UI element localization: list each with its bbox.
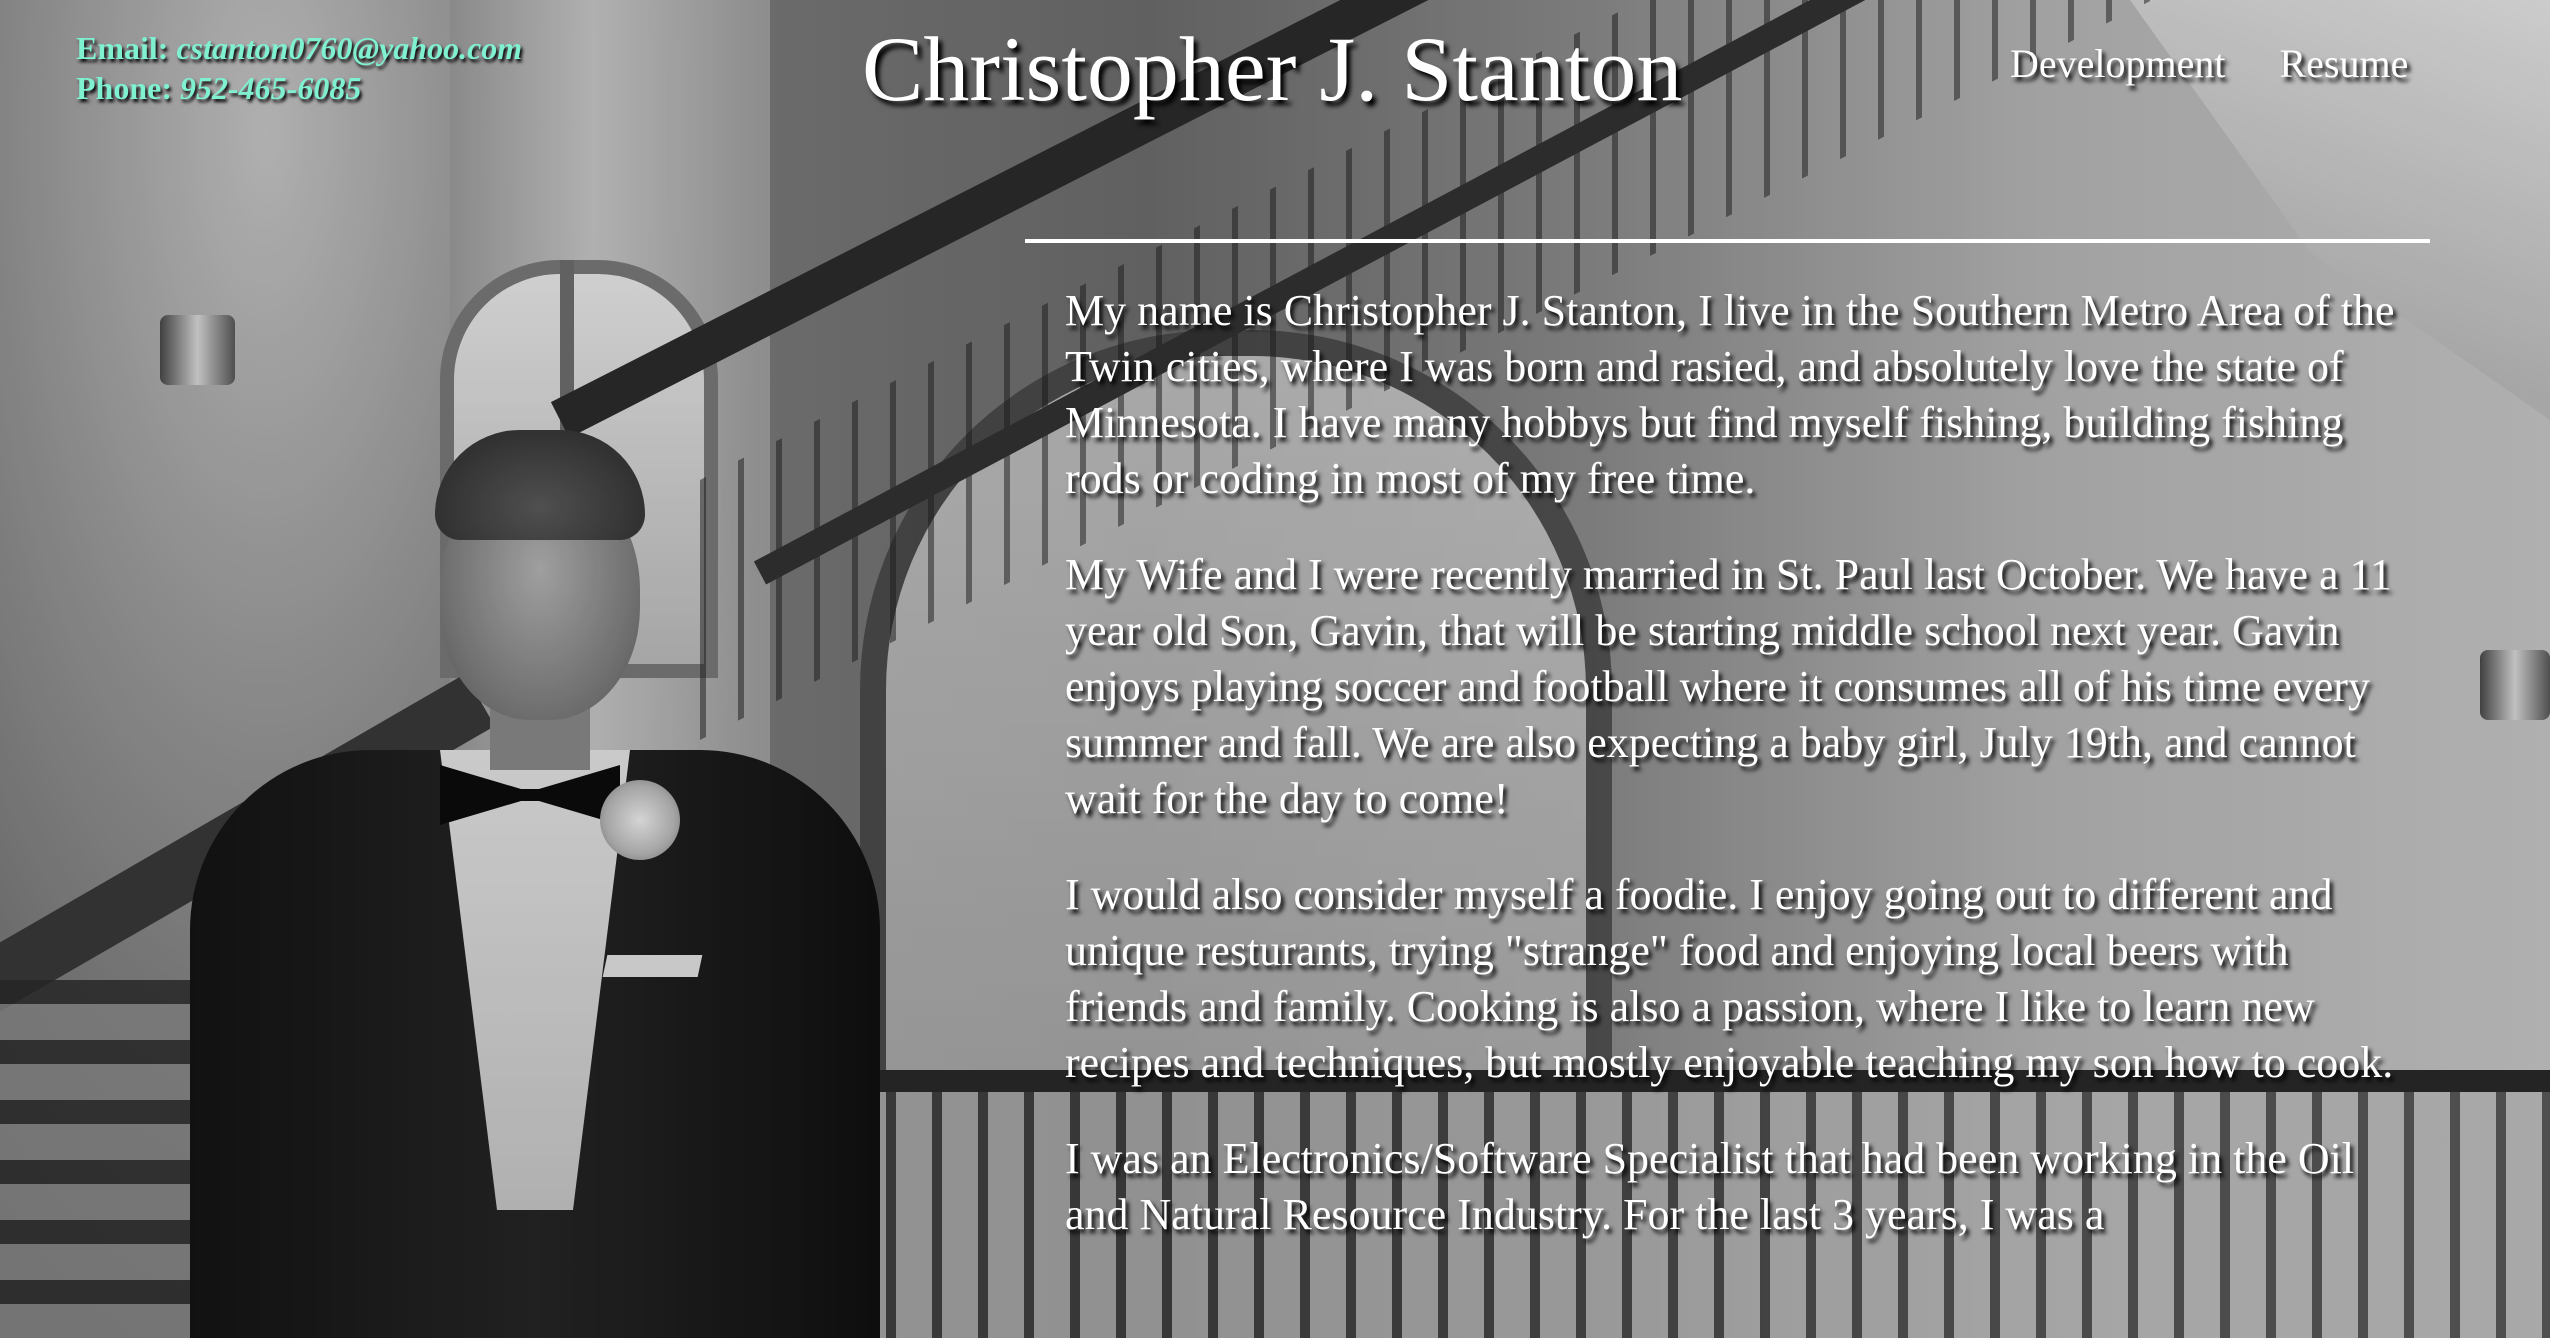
phone-number: 952-465-6085 [180,70,362,106]
bio-paragraph: My Wife and I were recently married in S… [1065,550,2392,823]
bio-section: My name is Christopher J. Stanton, I liv… [1065,283,2405,1283]
bio-paragraph: I would also consider myself a foodie. I… [1065,870,2394,1087]
bio-paragraph: My name is Christopher J. Stanton, I liv… [1065,286,2395,503]
nav-link-resume[interactable]: Resume [2280,40,2409,87]
email-line: Email: cstanton0760@yahoo.com [76,28,522,68]
contact-info: Email: cstanton0760@yahoo.com Phone: 952… [76,28,522,108]
site-title: Christopher J. Stanton [862,18,1683,120]
phone-label: Phone: [76,70,172,106]
bio-paragraph: I was an Electronics/Software Specialist… [1065,1134,2355,1239]
main-nav: Development Resume [2010,40,2408,87]
divider [1025,239,2430,243]
phone-line: Phone: 952-465-6085 [76,68,522,108]
email-link[interactable]: cstanton0760@yahoo.com [176,30,522,66]
nav-link-development[interactable]: Development [2010,40,2226,87]
email-label: Email: [76,30,169,66]
